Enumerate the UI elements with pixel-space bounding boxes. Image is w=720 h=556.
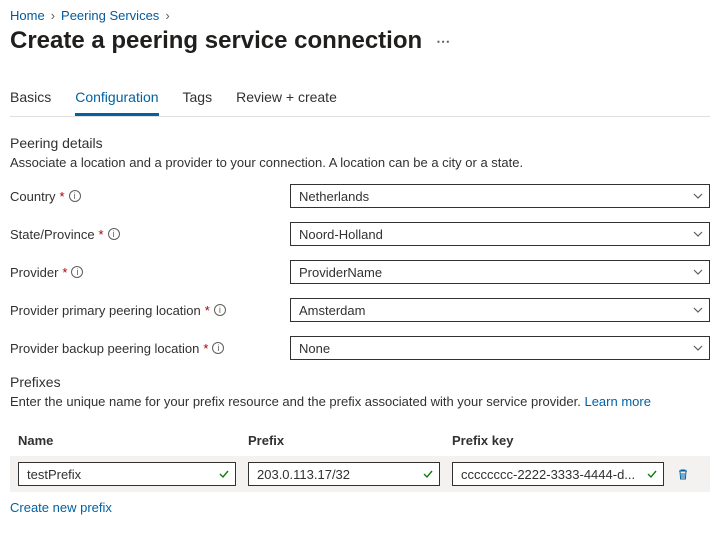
info-icon[interactable]: i: [71, 266, 83, 278]
select-backup-location[interactable]: [290, 336, 710, 360]
page-title: Create a peering service connection ⋯: [10, 27, 710, 55]
breadcrumb-peering-services[interactable]: Peering Services: [61, 8, 159, 23]
label-primary-location: Provider primary peering location * i: [10, 303, 290, 318]
field-provider: Provider * i: [10, 260, 710, 284]
prefix-prefix-input[interactable]: [248, 462, 440, 486]
section-desc-peering-details: Associate a location and a provider to y…: [10, 155, 710, 170]
label-state: State/Province * i: [10, 227, 290, 242]
select-primary-location[interactable]: [290, 298, 710, 322]
info-icon[interactable]: i: [212, 342, 224, 354]
tab-review-create[interactable]: Review + create: [236, 83, 337, 116]
select-backup-location-input[interactable]: [290, 336, 710, 360]
tabs: Basics Configuration Tags Review + creat…: [10, 83, 710, 117]
required-marker: *: [60, 189, 65, 204]
select-provider-input[interactable]: [290, 260, 710, 284]
prefix-table: Name Prefix Prefix key: [10, 425, 710, 492]
breadcrumb: Home › Peering Services ›: [10, 8, 710, 23]
label-country-text: Country: [10, 189, 56, 204]
prefix-table-header: Name Prefix Prefix key: [10, 425, 710, 456]
prefix-name-input[interactable]: [18, 462, 236, 486]
section-title-peering-details: Peering details: [10, 135, 710, 151]
check-icon: [422, 468, 434, 480]
label-country: Country * i: [10, 189, 290, 204]
more-actions-icon[interactable]: ⋯: [436, 33, 450, 50]
label-backup-location: Provider backup peering location * i: [10, 341, 290, 356]
info-icon[interactable]: i: [69, 190, 81, 202]
section-prefixes: Prefixes Enter the unique name for your …: [10, 374, 710, 515]
create-new-prefix-link[interactable]: Create new prefix: [10, 500, 112, 515]
label-primary-location-text: Provider primary peering location: [10, 303, 201, 318]
select-country-input[interactable]: [290, 184, 710, 208]
check-icon: [218, 468, 230, 480]
tab-basics[interactable]: Basics: [10, 83, 51, 116]
learn-more-link[interactable]: Learn more: [584, 394, 650, 409]
col-header-prefix: Prefix: [248, 433, 452, 448]
col-header-name: Name: [18, 433, 248, 448]
section-title-prefixes: Prefixes: [10, 374, 710, 390]
chevron-right-icon: ›: [165, 8, 169, 23]
section-desc-prefixes: Enter the unique name for your prefix re…: [10, 394, 710, 409]
prefix-key-input[interactable]: [452, 462, 664, 486]
field-country: Country * i: [10, 184, 710, 208]
delete-row-button[interactable]: [676, 467, 702, 481]
required-marker: *: [62, 265, 67, 280]
select-country[interactable]: [290, 184, 710, 208]
page-title-text: Create a peering service connection: [10, 27, 422, 55]
cell-prefix: [248, 462, 452, 486]
cell-name: [18, 462, 248, 486]
prefixes-desc-text: Enter the unique name for your prefix re…: [10, 394, 584, 409]
label-backup-location-text: Provider backup peering location: [10, 341, 199, 356]
cell-prefix-key: [452, 462, 676, 486]
select-provider[interactable]: [290, 260, 710, 284]
select-state-input[interactable]: [290, 222, 710, 246]
select-primary-location-input[interactable]: [290, 298, 710, 322]
required-marker: *: [203, 341, 208, 356]
check-icon: [646, 468, 658, 480]
info-icon[interactable]: i: [108, 228, 120, 240]
trash-icon: [676, 467, 690, 481]
required-marker: *: [205, 303, 210, 318]
chevron-right-icon: ›: [51, 8, 55, 23]
field-state: State/Province * i: [10, 222, 710, 246]
tab-configuration[interactable]: Configuration: [75, 83, 158, 116]
info-icon[interactable]: i: [214, 304, 226, 316]
breadcrumb-home[interactable]: Home: [10, 8, 45, 23]
select-state[interactable]: [290, 222, 710, 246]
col-header-actions: [676, 433, 702, 448]
tab-tags[interactable]: Tags: [183, 83, 213, 116]
field-backup-location: Provider backup peering location * i: [10, 336, 710, 360]
field-primary-location: Provider primary peering location * i: [10, 298, 710, 322]
col-header-prefix-key: Prefix key: [452, 433, 676, 448]
required-marker: *: [99, 227, 104, 242]
label-provider: Provider * i: [10, 265, 290, 280]
table-row: [10, 456, 710, 492]
label-state-text: State/Province: [10, 227, 95, 242]
label-provider-text: Provider: [10, 265, 58, 280]
